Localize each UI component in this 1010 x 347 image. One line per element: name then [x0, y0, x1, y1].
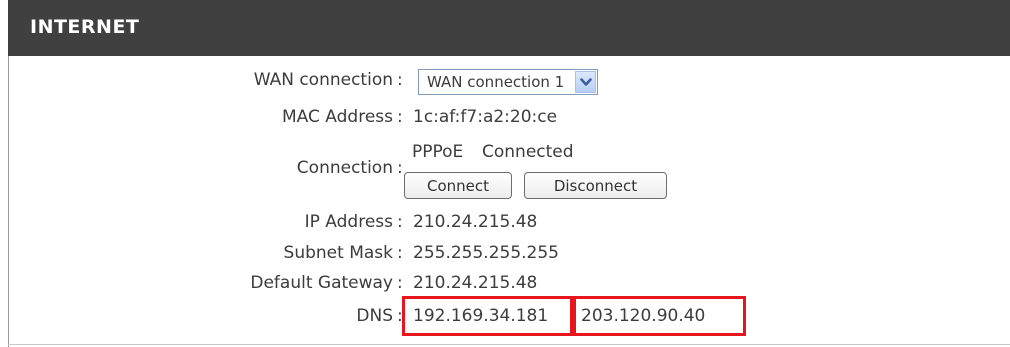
wan-connection-selected-value: WAN connection 1: [427, 73, 565, 91]
panel-border-left: [8, 56, 9, 347]
mac-address-value: 1c:af:f7:a2:20:ce: [413, 107, 558, 127]
section-title: INTERNET: [30, 16, 140, 38]
dns-secondary-highlight: [573, 296, 746, 336]
ip-address-label: IP Address: [304, 212, 393, 232]
default-gateway-value: 210.24.215.48: [413, 273, 538, 293]
subnet-mask-value: 255.255.255.255: [413, 243, 560, 263]
wan-connection-label: WAN connection: [253, 70, 393, 90]
dns-primary-highlight: [402, 296, 573, 336]
mac-address-label: MAC Address: [282, 107, 393, 127]
panel-border-bottom: [8, 344, 1010, 345]
chevron-down-icon[interactable]: [575, 71, 596, 93]
default-gateway-label: Default Gateway: [250, 273, 393, 293]
connect-button[interactable]: Connect: [404, 172, 512, 199]
dns-label: DNS: [356, 306, 393, 326]
section-header: INTERNET: [8, 0, 1010, 56]
subnet-mask-colon: :: [397, 243, 403, 263]
subnet-mask-label: Subnet Mask: [283, 243, 393, 263]
ip-address-colon: :: [397, 212, 403, 232]
connection-colon: :: [397, 158, 403, 178]
disconnect-button[interactable]: Disconnect: [524, 172, 667, 199]
ip-address-value: 210.24.215.48: [413, 212, 538, 232]
connection-status: Connected: [482, 142, 574, 162]
connection-type: PPPoE: [412, 142, 464, 162]
internet-panel: INTERNET WAN connection : WAN connection…: [8, 0, 1010, 347]
connection-label: Connection: [296, 158, 393, 178]
mac-address-colon: :: [397, 107, 403, 127]
default-gateway-colon: :: [397, 273, 403, 293]
wan-connection-select[interactable]: WAN connection 1: [418, 69, 598, 95]
wan-connection-colon: :: [397, 70, 403, 90]
